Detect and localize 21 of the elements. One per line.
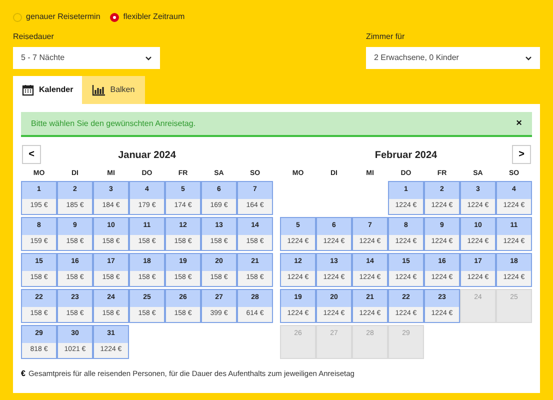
radio-button[interactable] (110, 12, 120, 22)
chevron-down-icon (525, 56, 532, 60)
bar-chart-icon (92, 84, 106, 96)
month-title: Januar 2024 (118, 148, 176, 162)
rooms-select[interactable]: 2 Erwachsene, 0 Kinder (366, 47, 540, 69)
euro-symbol: € (21, 368, 26, 380)
radio-label[interactable]: flexibler Zeitraum (123, 11, 185, 23)
calendar-icon (22, 84, 34, 96)
tab[interactable]: Kalender (13, 76, 82, 104)
field-label: Reisedauer (13, 31, 55, 43)
month-title: Februar 2024 (374, 148, 438, 162)
tab[interactable]: Balken (82, 76, 145, 104)
radio-button[interactable] (13, 12, 22, 22)
field-label: Zimmer für (366, 31, 406, 43)
radio-label[interactable]: genauer Reisetermin (26, 11, 100, 23)
duration-select[interactable]: 5 - 7 Nächte (13, 47, 160, 69)
next-month-button[interactable]: > (512, 145, 531, 164)
close-button[interactable]: × (516, 116, 522, 131)
alert-message: Bitte wählen Sie den gewünschten Anreisetag. (31, 118, 196, 130)
chevron-down-icon (145, 56, 152, 60)
prev-month-button[interactable]: < (22, 145, 41, 164)
